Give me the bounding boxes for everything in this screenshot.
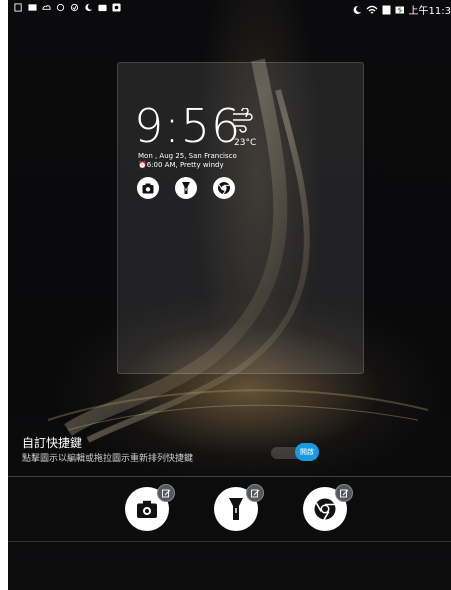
- divider: [8, 541, 451, 542]
- flashlight-icon: [229, 498, 243, 520]
- lockscreen-preview: 9:56 23°C Mon , Aug 25, San Francisco ⏰6…: [117, 62, 364, 374]
- preview-shortcuts: [137, 177, 235, 199]
- notification-icon: [112, 3, 121, 12]
- shortcut-chrome-button[interactable]: [303, 484, 353, 531]
- camera-icon: [137, 500, 157, 518]
- download-icon: [382, 5, 391, 14]
- toggle-label: 開啟: [300, 448, 314, 456]
- status-bar: 上午11:3: [8, 0, 451, 18]
- edit-badge-icon[interactable]: [335, 484, 353, 502]
- wifi-icon: [366, 5, 377, 13]
- camera-icon: [98, 4, 107, 12]
- custom-shortcuts-toggle[interactable]: 開啟: [295, 443, 319, 461]
- preview-temperature: 23°C: [234, 138, 257, 148]
- battery-icon: [395, 6, 404, 13]
- divider: [8, 476, 451, 477]
- chrome-icon: [213, 177, 235, 199]
- chrome-icon: [314, 498, 336, 521]
- sim-icon: [14, 3, 22, 12]
- sync-icon: [56, 3, 65, 12]
- wind-icon: [233, 108, 253, 133]
- preview-alarm: ⏰6:00 AM, Pretty windy: [138, 161, 224, 169]
- camera-icon: [137, 177, 159, 199]
- clipboard-icon: [70, 3, 79, 12]
- status-bar-time: 上午11:3: [408, 6, 451, 17]
- edit-badge-icon[interactable]: [246, 484, 264, 502]
- custom-shortcuts-title: 自訂快捷鍵: [22, 436, 83, 450]
- cloud-icon: [42, 5, 51, 10]
- edit-badge-icon[interactable]: [157, 484, 175, 502]
- lockscreen-settings-screen: 上午11:3 9:56 23°C Mon , Aug 25, San Franc…: [8, 0, 451, 590]
- status-bar-notifications: [14, 3, 121, 12]
- image-icon: [28, 4, 37, 11]
- moon-icon: [85, 3, 93, 12]
- moon-icon: [353, 5, 361, 14]
- status-bar-system: 上午11:3: [352, 2, 451, 17]
- shortcut-camera-button[interactable]: [125, 484, 175, 531]
- custom-shortcuts-subtitle: 點擊圖示以編輯或拖拉圖示重新排列快捷鍵: [22, 454, 194, 464]
- shortcut-flashlight-button[interactable]: [214, 484, 264, 531]
- preview-clock: 9:56: [134, 99, 242, 153]
- preview-date: Mon , Aug 25, San Francisco: [138, 152, 237, 160]
- flashlight-icon: [175, 177, 197, 199]
